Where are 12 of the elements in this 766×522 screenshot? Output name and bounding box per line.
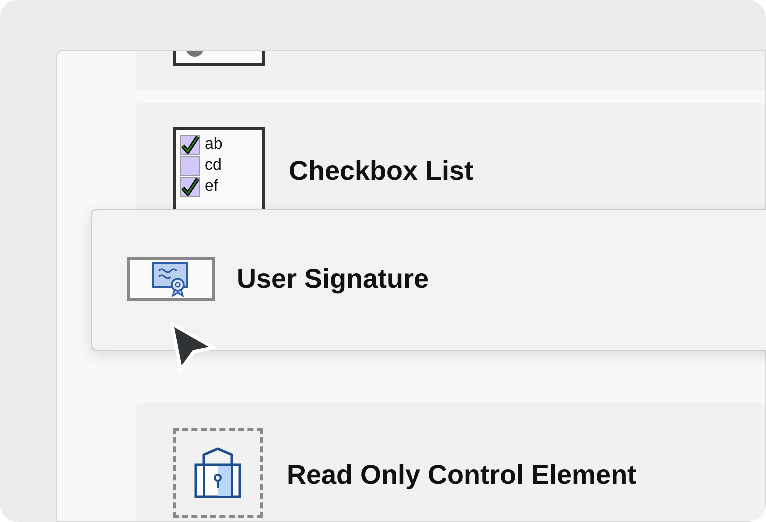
card-title: Read Only Control Element	[287, 459, 637, 492]
cursor-icon	[168, 320, 218, 374]
checkbox-label: ab	[205, 137, 223, 153]
list-card[interactable]: ab cd ef Checkbox List	[136, 103, 765, 209]
list-card[interactable]: Read Only Control Element	[136, 403, 765, 521]
certificate-icon	[127, 257, 215, 301]
card-title: Checkbox List	[289, 155, 474, 188]
card-title: User Signature	[237, 262, 430, 296]
checkbox-label: ef	[205, 179, 218, 195]
lock-icon	[173, 428, 263, 518]
dragged-card[interactable]: User Signature	[91, 209, 766, 351]
checkbox-label: cd	[205, 158, 222, 174]
